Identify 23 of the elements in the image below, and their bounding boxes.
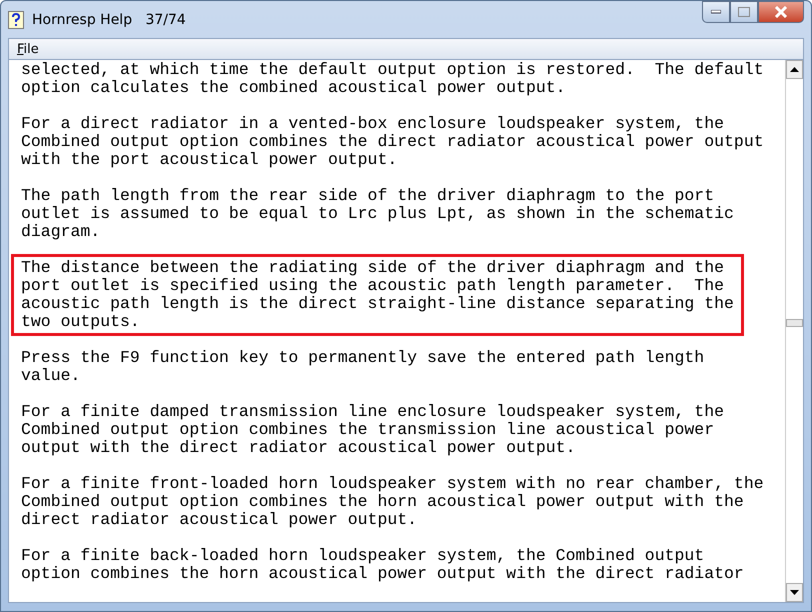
close-button[interactable] bbox=[758, 1, 804, 23]
paragraph: selected, at which time the default output option is restored. The default option calculates the combined acoustical power output. bbox=[21, 61, 764, 97]
close-icon bbox=[774, 6, 788, 18]
paragraph: For a direct radiator in a vented-box enclosure loudspeaker system, the Combined output option combines the direct radiator acoustical power output with the port acoustical power output. bbox=[21, 115, 764, 169]
minimize-icon bbox=[711, 10, 721, 14]
scroll-up-button[interactable] bbox=[786, 60, 803, 79]
help-icon bbox=[8, 10, 24, 28]
paragraph: For a finite damped transmission line enclosure loudspeaker system, the Combined output option combines the transmission line acoustical power output with the direct radiator acoustical power output. bbox=[21, 403, 724, 457]
down-arrow-icon bbox=[790, 590, 799, 595]
paragraph: For a finite front-loaded horn loudspeaker system with no rear chamber, the Combined output option combines the horn acoustical power output with the direct radiator acoustical power output. bbox=[21, 475, 764, 529]
scroll-thumb[interactable] bbox=[786, 319, 803, 327]
scrollbar[interactable] bbox=[785, 60, 803, 602]
paragraph: The path length from the rear side of the driver diaphragm to the port outlet is assumed to be equal to Lrc plus Lpt, as shown in the schematic diagram. bbox=[21, 187, 734, 241]
minimize-button[interactable] bbox=[702, 1, 730, 23]
up-arrow-icon bbox=[790, 67, 799, 72]
scroll-down-button[interactable] bbox=[786, 583, 803, 602]
highlighted-paragraph: The distance between the radiating side of the driver diaphragm and the port outlet is specified using the acoustic path length parameter. The acoustic path length is the direct straight-line distance separating the two outputs. bbox=[11, 254, 744, 336]
paragraph: For a finite back-loaded horn loudspeaker system, the Combined output option combines the horn acoustical power output with the direct radiator bbox=[21, 547, 744, 583]
menu-item[interactable]: File bbox=[17, 42, 39, 56]
paragraph: Press the F9 function key to permanently save the entered path length value. bbox=[21, 349, 704, 385]
maximize-icon bbox=[738, 7, 750, 17]
window-title: Hornresp Help 37/74 bbox=[32, 12, 186, 28]
maximize-button[interactable] bbox=[730, 1, 758, 23]
